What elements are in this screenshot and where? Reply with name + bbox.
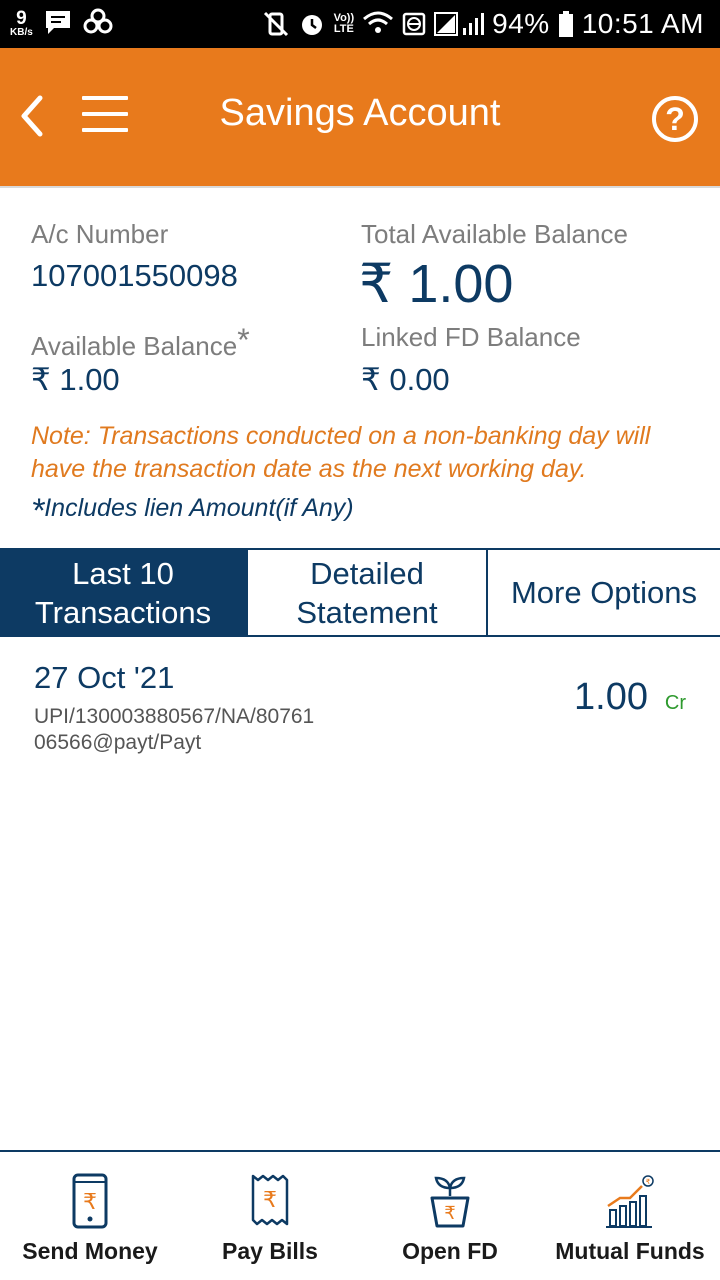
nav-open-fd[interactable]: ₹ Open FD [360, 1152, 540, 1280]
lien-note-star: * [31, 492, 45, 530]
wifi-icon [363, 11, 394, 33]
status-bar: 9 KB/s Vo)) LTE 94% 10:51 AM [0, 0, 720, 48]
net-speed-unit: KB/s [10, 26, 33, 38]
lien-note-text: Includes lien Amount(if Any) [44, 494, 354, 522]
transaction-description-line2: 06566@payt/Payt [34, 731, 202, 754]
nav-label-open-fd: Open FD [402, 1238, 498, 1264]
available-balance-label: Available Balance* [31, 322, 250, 362]
available-balance-star: * [237, 322, 250, 358]
vibrate-mute-icon [263, 11, 288, 37]
volte-indicator: Vo)) LTE [334, 13, 355, 35]
transaction-description: UPI/130003880567/NA/80761 06566@payt/Pay… [34, 704, 364, 756]
nav-send-money[interactable]: ₹ Send Money [0, 1152, 180, 1280]
nav-mutual-funds[interactable]: ₹ Mutual Funds [540, 1152, 720, 1280]
transaction-description-line1: UPI/130003880567/NA/80761 [34, 705, 315, 728]
bottom-navigation: ₹ Send Money ₹ Pay Bills ₹ Open FD ₹ Mut… [0, 1150, 720, 1280]
screen: 9 KB/s Vo)) LTE 94% 10:51 AM Savings Acc… [0, 0, 720, 1280]
tab-last-10-transactions[interactable]: Last 10 Transactions [0, 550, 246, 635]
available-balance-label-text: Available Balance [31, 331, 238, 361]
app-header: Savings Account ? [0, 48, 720, 186]
transaction-row[interactable]: 27 Oct '21 UPI/130003880567/NA/80761 065… [0, 640, 720, 770]
alarm-icon [301, 15, 322, 35]
tab-label-line1: Detailed [310, 555, 424, 591]
battery-icon [558, 11, 573, 37]
lien-note: *Includes lien Amount(if Any) [31, 492, 354, 531]
nav-label-mutual-funds: Mutual Funds [555, 1238, 705, 1264]
tab-label-line2: Statement [296, 594, 438, 630]
statement-tabs: Last 10 Transactions Detailed Statement … [0, 548, 720, 637]
plant-pot-icon: ₹ [430, 1176, 470, 1228]
net-speed: 9 KB/s [10, 9, 33, 38]
transaction-amount: 1.00 [574, 676, 648, 718]
available-balance-value: ₹ 1.00 [31, 362, 120, 397]
app-notification-icon [83, 8, 113, 34]
total-balance-label: Total Available Balance [361, 219, 628, 249]
linked-fd-value: ₹ 0.00 [361, 362, 450, 397]
page-title: Savings Account [219, 92, 501, 134]
hotspot-icon [402, 12, 426, 36]
svg-text:₹: ₹ [83, 1190, 97, 1215]
signal-icon [434, 12, 485, 36]
tab-detailed-statement[interactable]: Detailed Statement [246, 550, 488, 635]
nav-label-send-money: Send Money [22, 1238, 158, 1264]
nav-pay-bills[interactable]: ₹ Pay Bills [180, 1152, 360, 1280]
transaction-type-badge: Cr [664, 692, 686, 714]
lte-text: LTE [333, 23, 354, 35]
svg-text:₹: ₹ [444, 1203, 455, 1224]
ac-number-value: 107001550098 [31, 258, 238, 293]
status-right: Vo)) LTE 94% 10:51 AM [262, 8, 704, 40]
tab-label-line1: Last 10 [72, 555, 174, 591]
linked-fd-label: Linked FD Balance [361, 322, 581, 352]
tab-more-options[interactable]: More Options [488, 550, 720, 635]
transaction-date-note: Note: Transactions conducted on a non-ba… [31, 422, 651, 483]
transaction-date: 27 Oct '21 [34, 660, 175, 695]
svg-text:₹: ₹ [646, 1178, 651, 1186]
status-left: 9 KB/s [10, 8, 113, 38]
ac-number-label: A/c Number [31, 219, 169, 249]
battery-percent: 94% [492, 8, 550, 39]
tab-label-line2: Transactions [34, 594, 212, 630]
net-speed-value: 9 [16, 7, 27, 29]
bill-rupee-icon: ₹ [251, 1174, 289, 1226]
total-balance-value: ₹ 1.00 [359, 254, 514, 314]
svg-text:₹: ₹ [263, 1188, 277, 1213]
tab-label-line1: More Options [510, 575, 698, 610]
phone-rupee-icon: ₹ [72, 1173, 108, 1229]
nav-label-pay-bills: Pay Bills [222, 1238, 318, 1264]
help-icon[interactable]: ? [652, 96, 698, 142]
clock: 10:51 AM [581, 8, 704, 39]
header-divider [0, 186, 720, 188]
growth-chart-icon: ₹ [606, 1175, 654, 1228]
message-icon [45, 11, 70, 34]
